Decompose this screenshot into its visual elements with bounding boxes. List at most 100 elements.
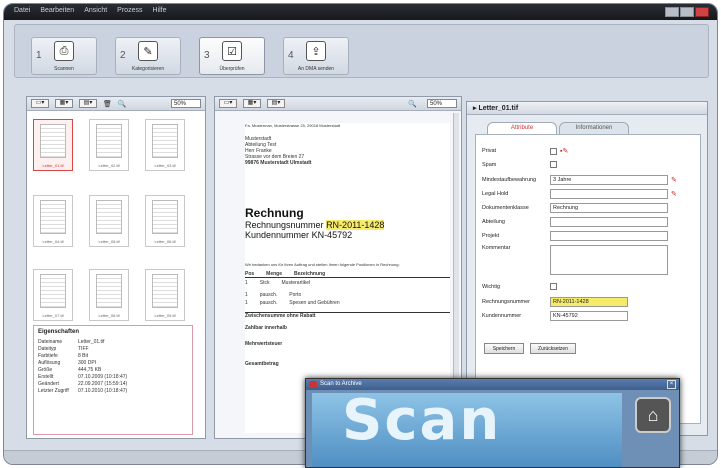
grid-button[interactable]: ▦▾: [55, 99, 73, 108]
sort-button[interactable]: ▤▾: [79, 99, 97, 108]
comment-textarea[interactable]: [550, 245, 668, 275]
properties-box: Eigenschaften Dateiname Letter_01.tif Dat…: [33, 325, 193, 435]
property-value: 07.10.2009 (10:18:47): [78, 374, 128, 380]
thumbnail[interactable]: Letter_09.tif: [145, 269, 185, 321]
property-value: Letter_01.tif: [78, 339, 105, 345]
scanner-icon: ⎙: [54, 41, 74, 61]
property-key: Erstellt: [38, 374, 54, 380]
view-button[interactable]: ▭▾: [31, 99, 49, 108]
form-row-customer-number: Kundennummer KN-45792: [482, 311, 628, 321]
zoom-select[interactable]: 50%: [427, 99, 457, 108]
step-categorize-button[interactable]: 2 ✎ Kategorisieren: [115, 37, 181, 75]
thumbnail-toolbar: ▭▾ ▦▾ ▤▾ 🗑 🔍 50%: [27, 97, 205, 111]
thumbnail[interactable]: Letter_01.tif: [33, 119, 73, 171]
property-row: Dateiname Letter_01.tif: [38, 339, 188, 346]
field-label: Wichtig: [482, 283, 501, 290]
property-value: 22.09.2007 (15:59:14): [78, 381, 128, 387]
thumbnail-caption: Letter_09.tif: [154, 313, 176, 318]
dialog-title: Scan to Archive: [320, 381, 362, 387]
zoom-select[interactable]: 50%: [171, 99, 201, 108]
table-cell: Spesen und Gebühren: [289, 300, 340, 306]
property-key: Geändert: [38, 381, 59, 387]
property-value: 444,75 KB: [78, 367, 102, 373]
step-scan-button[interactable]: 1 ⎙ Scannen: [31, 37, 97, 75]
field-label: Projekt: [482, 233, 500, 239]
grid-button[interactable]: ▦▾: [243, 99, 261, 108]
document-class-field[interactable]: Rechnung: [550, 203, 668, 213]
check-icon: ☑: [222, 41, 242, 61]
spam-checkbox[interactable]: [550, 161, 557, 168]
field-label: Rechnungsnummer: [482, 299, 530, 305]
edit-icon[interactable]: ✎: [671, 190, 677, 198]
retention-field[interactable]: 3 Jahre: [550, 175, 668, 185]
form-row-important: Wichtig: [482, 283, 557, 290]
attribute-tabs: Attribute Informationen: [487, 122, 629, 134]
thumbnail[interactable]: Letter_06.tif: [145, 195, 185, 247]
dialog-close-button[interactable]: ×: [667, 380, 676, 389]
thumbnail[interactable]: Letter_04.tif: [33, 195, 73, 247]
scan-dialog: Scan to Archive × Scan ⌂: [305, 378, 680, 468]
maximize-button[interactable]: [680, 7, 694, 17]
thumbnail[interactable]: Letter_07.tif: [33, 269, 73, 321]
sort-button[interactable]: ▤▾: [267, 99, 285, 108]
table-cell: Porto: [289, 292, 302, 298]
archive-logo-icon: ⌂: [635, 397, 671, 433]
tab-informationen[interactable]: Informationen: [559, 122, 629, 134]
table-header: Pos Menge Bezeichnung: [245, 271, 450, 278]
edit-icon: ✎: [138, 41, 158, 61]
table-cell: Stck: [259, 280, 270, 286]
search-icon[interactable]: 🔍: [408, 100, 417, 108]
property-row: Erstellt 07.10.2009 (10:18:47): [38, 374, 188, 381]
menu-item-datei[interactable]: Datei: [14, 7, 30, 14]
sender-line: Fa. Musterman, Musterstrasse 25, 29018 M…: [245, 123, 341, 128]
important-checkbox[interactable]: [550, 283, 557, 290]
property-key: Größe: [38, 367, 53, 373]
edit-icon[interactable]: ✎: [671, 176, 677, 184]
invoice-number-field[interactable]: RN-2011-1428: [550, 297, 628, 307]
property-value: 8 Bit: [78, 353, 89, 359]
trash-icon[interactable]: 🗑: [103, 100, 112, 108]
step-number: 3: [204, 50, 210, 61]
close-button[interactable]: [695, 7, 709, 17]
table-row: 1 pausch. Porto: [245, 292, 450, 298]
window-controls: [665, 7, 709, 17]
properties-header: Eigenschaften: [38, 329, 80, 335]
field-label: Legal Hold: [482, 191, 509, 197]
step-label: Überprüfen: [219, 66, 245, 72]
property-key: Farbtiefe: [38, 353, 58, 359]
table-header-cell: Bezeichnung: [294, 271, 326, 277]
form-row-legal-hold: Legal Hold ✎: [482, 189, 677, 199]
search-icon[interactable]: 🔍: [118, 100, 127, 108]
view-button[interactable]: ▭▾: [219, 99, 237, 108]
step-send-button[interactable]: 4 ⇪ An DMA senden: [283, 37, 349, 75]
reset-button[interactable]: Zurücksetzen: [530, 343, 576, 354]
thumbnail-panel: ▭▾ ▦▾ ▤▾ 🗑 🔍 50% Letter_01.tif Letter_02…: [26, 96, 206, 439]
save-button[interactable]: Speichern: [484, 343, 524, 354]
thumbnail[interactable]: Letter_02.tif: [89, 119, 129, 171]
minimize-button[interactable]: [665, 7, 679, 17]
customer-number-field[interactable]: KN-45792: [550, 311, 628, 321]
field-label: Privat: [482, 148, 497, 154]
thumbnail[interactable]: Letter_03.tif: [145, 119, 185, 171]
table-cell: pausch.: [259, 292, 278, 298]
legal-hold-field[interactable]: [550, 189, 668, 199]
thumbnail[interactable]: Letter_08.tif: [89, 269, 129, 321]
banner-word: Scan: [342, 388, 502, 453]
privat-checkbox[interactable]: [550, 147, 557, 155]
project-field[interactable]: [550, 231, 668, 241]
menu-item-hilfe[interactable]: Hilfe: [152, 7, 166, 14]
step-review-button[interactable]: 3 ☑ Überprüfen: [199, 37, 265, 75]
table-cell: 1: [245, 292, 248, 298]
menu-item-ansicht[interactable]: Ansicht: [84, 7, 107, 14]
field-label: Kundennummer: [482, 313, 522, 319]
app-icon: [309, 381, 317, 388]
thumbnail[interactable]: Letter_05.tif: [89, 195, 129, 247]
form-row-invoice-number: Rechnungsnummer RN-2011-1428: [482, 297, 628, 307]
department-field[interactable]: [550, 217, 668, 227]
menu-item-bearbeiten[interactable]: Bearbeiten: [40, 7, 74, 14]
send-icon: ⇪: [306, 41, 326, 61]
thumbnail-caption: Letter_05.tif: [98, 239, 120, 244]
menu-item-prozess[interactable]: Prozess: [117, 7, 142, 14]
tab-attribute[interactable]: Attribute: [487, 122, 557, 134]
property-key: Letzter Zugriff: [38, 388, 69, 394]
